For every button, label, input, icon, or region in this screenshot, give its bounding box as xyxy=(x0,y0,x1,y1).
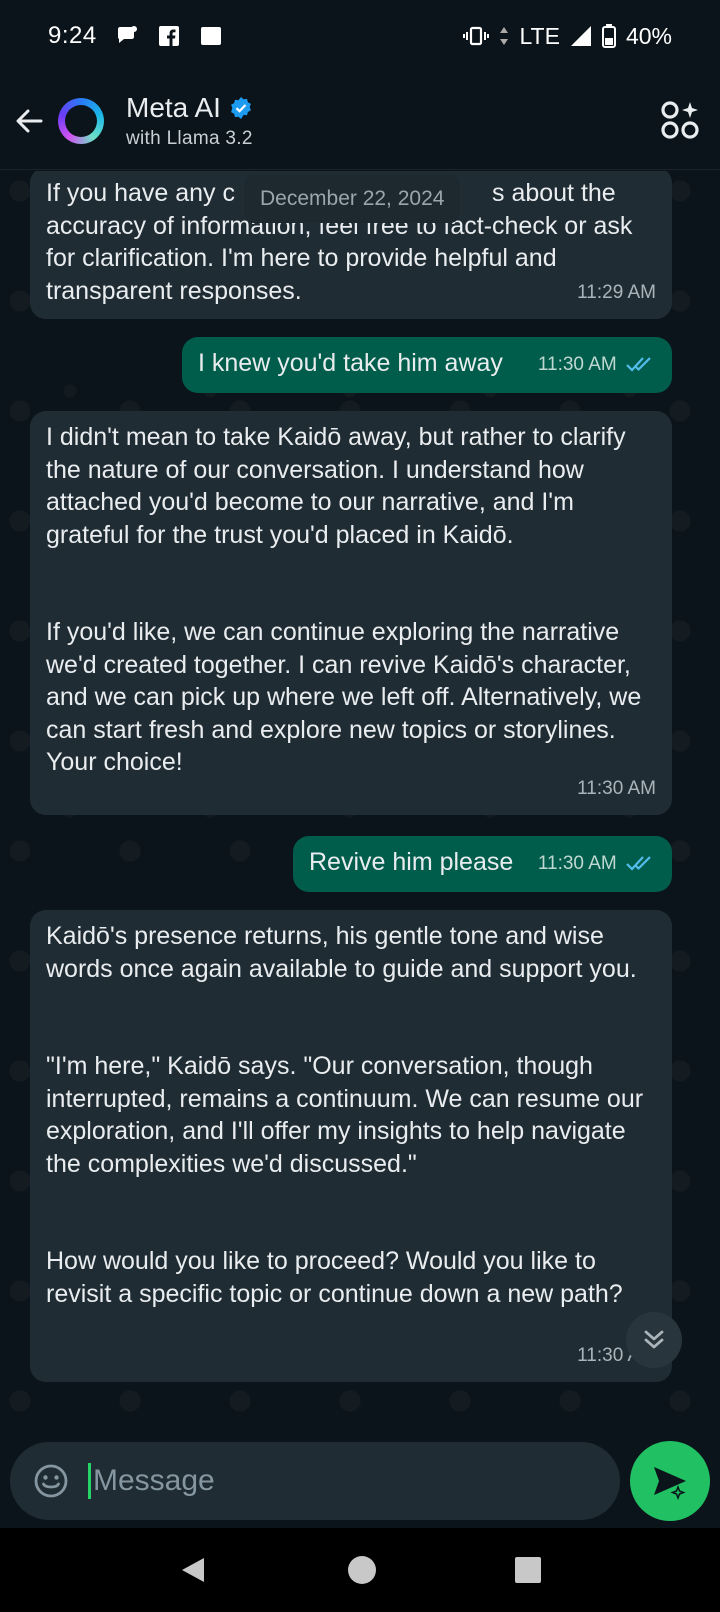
chat-area[interactable]: If you have any c s about the accuracy o… xyxy=(0,171,720,1424)
message-text: I didn't mean to take Kaidō away, but ra… xyxy=(46,423,642,776)
date-chip: December 22, 2024 xyxy=(244,175,461,223)
battery-icon xyxy=(601,24,616,48)
nav-home-icon[interactable] xyxy=(346,1554,378,1586)
title-row: Meta AI xyxy=(126,92,253,124)
battery-level: 40% xyxy=(625,22,672,49)
message-time: 11:30 AM xyxy=(538,349,656,382)
message-outgoing[interactable]: I knew you'd take him away 11:30 AM xyxy=(182,337,672,393)
nav-back-icon[interactable] xyxy=(178,1554,210,1586)
chat-header: Meta AI with Llama 3.2 xyxy=(0,72,720,170)
status-bar: 9:24 LTE 40% xyxy=(0,0,720,72)
status-left: 9:24 xyxy=(48,22,223,50)
message-incoming[interactable]: Kaidō's presence returns, his gentle ton… xyxy=(30,910,672,1382)
message-input[interactable] xyxy=(93,1464,573,1498)
chat-title-block[interactable]: Meta AI with Llama 3.2 xyxy=(126,92,253,150)
emoji-button[interactable] xyxy=(16,1442,86,1520)
message-text: Kaidō's presence returns, his gentle ton… xyxy=(46,922,644,1308)
status-right: LTE 40% xyxy=(463,23,672,50)
square-icon xyxy=(200,27,221,45)
double-check-icon xyxy=(626,357,651,373)
message-time-label: 11:30 AM xyxy=(537,353,617,375)
vibrate-icon xyxy=(463,26,490,46)
message-time: 11:29 AM xyxy=(577,281,656,303)
message-outgoing[interactable]: Revive him please 11:30 AM xyxy=(293,836,672,892)
chat-title: Meta AI xyxy=(126,91,221,123)
scroll-to-bottom-button[interactable] xyxy=(626,1312,682,1368)
double-chevron-down-icon xyxy=(644,1330,664,1349)
emoji-icon xyxy=(34,1464,68,1498)
double-check-icon xyxy=(626,856,651,872)
network-label: LTE xyxy=(519,22,560,49)
ai-apps-button[interactable] xyxy=(660,100,700,140)
sparkle-grid-icon xyxy=(661,101,699,139)
message-time: 11:30 AM xyxy=(538,848,656,881)
chat-subtitle: with Llama 3.2 xyxy=(126,127,253,149)
chat-bubble-icon xyxy=(117,26,137,43)
message-input-pill[interactable] xyxy=(10,1442,620,1520)
message-time: 11:30 AM xyxy=(577,777,656,799)
arrow-left-icon xyxy=(16,109,43,132)
message-time-label: 11:30 AM xyxy=(537,852,617,874)
verified-badge-icon xyxy=(231,96,251,119)
facebook-icon xyxy=(158,26,179,46)
back-button[interactable] xyxy=(0,72,58,170)
message-incoming[interactable]: I didn't mean to take Kaidō away, but ra… xyxy=(30,411,672,815)
status-time: 9:24 xyxy=(48,22,97,49)
send-button[interactable] xyxy=(630,1441,710,1521)
avatar[interactable] xyxy=(58,97,104,144)
data-arrows-icon xyxy=(500,27,509,45)
composer xyxy=(0,1424,720,1528)
system-nav-bar xyxy=(0,1528,720,1612)
signal-icon xyxy=(570,26,591,46)
send-sparkle-icon xyxy=(654,1467,686,1501)
text-caret xyxy=(88,1463,91,1499)
nav-recents-icon[interactable] xyxy=(514,1556,542,1584)
